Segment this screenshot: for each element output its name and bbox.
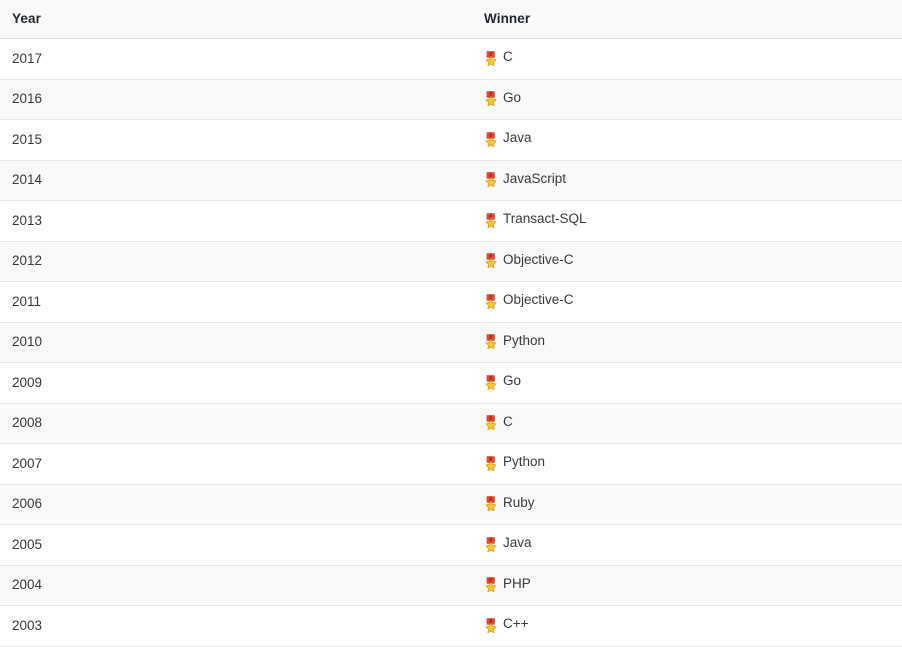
winners-table: Year Winner 2017 C 2016 Go 2015 Java 201… [0,0,902,647]
winner-content: Objective-C [484,242,574,278]
table-row[interactable]: 2006 Ruby [0,484,902,525]
table-row[interactable]: 2010 Python [0,322,902,363]
winner-label: Python [503,332,546,348]
cell-winner: Go [472,79,902,120]
cell-winner: JavaScript [472,160,902,201]
table-row[interactable]: 2005 Java [0,524,902,566]
medal-icon [484,455,498,471]
winner-content: JavaScript [484,161,566,197]
winner-content: Transact-SQL [484,201,587,237]
cell-winner: Go [472,362,902,404]
cell-winner: Python [472,322,902,363]
winner-label: C [503,413,513,429]
table-row[interactable]: 2003 C++ [0,605,902,647]
cell-winner: Java [472,524,902,566]
winner-label: Java [503,535,532,550]
winner-content: Java [484,120,532,156]
cell-winner: PHP [472,565,902,606]
medal-icon [484,415,498,430]
cell-winner: Transact-SQL [472,200,902,242]
medal-icon [484,496,498,511]
medal-icon [484,577,498,592]
winner-content: C [484,39,513,75]
table-header-row: Year Winner [0,0,902,39]
winner-content: C++ [484,606,529,642]
column-header-winner[interactable]: Winner [472,0,902,39]
cell-winner: C++ [472,605,902,647]
medal-icon [484,617,498,633]
winner-label: C++ [503,616,529,631]
cell-year: 2004 [0,565,472,606]
cell-year: 2017 [0,38,472,80]
table-row[interactable]: 2013 Transact-SQL [0,200,902,242]
winner-label: Objective-C [503,251,574,267]
cell-year: 2006 [0,484,472,525]
cell-winner: Java [472,119,902,161]
winner-label: C [503,49,513,64]
table-row[interactable]: 2014 JavaScript [0,160,902,201]
cell-year: 2003 [0,605,472,647]
table-row[interactable]: 2011 Objective-C [0,281,902,323]
medal-icon [484,293,498,309]
winner-content: Go [484,80,521,116]
table-row[interactable]: 2009 Go [0,362,902,404]
medal-icon [484,91,498,106]
winner-label: JavaScript [503,170,567,186]
winner-label: Java [503,130,532,145]
table-row[interactable]: 2007 Python [0,443,902,485]
cell-year: 2011 [0,281,472,323]
medal-icon [484,172,498,187]
cell-winner: Objective-C [472,241,902,282]
winner-content: Ruby [484,485,535,521]
table-row[interactable]: 2015 Java [0,119,902,161]
medal-icon [484,253,498,268]
table-row[interactable]: 2017 C [0,38,902,80]
winner-label: Transact-SQL [503,211,587,226]
cell-year: 2016 [0,79,472,120]
cell-winner: C [472,403,902,444]
cell-year: 2013 [0,200,472,242]
cell-winner: Objective-C [472,281,902,323]
winner-content: Python [484,444,545,480]
table-row[interactable]: 2008 C [0,403,902,444]
winner-content: PHP [484,566,531,602]
cell-winner: C [472,38,902,80]
medal-icon [484,374,498,390]
table-row[interactable]: 2012 Objective-C [0,241,902,282]
cell-winner: Ruby [472,484,902,525]
winner-content: Objective-C [484,282,574,318]
cell-year: 2014 [0,160,472,201]
cell-year: 2015 [0,119,472,161]
medal-icon [484,212,498,228]
cell-year: 2009 [0,362,472,404]
winner-label: Go [503,89,522,105]
medal-icon [484,536,498,552]
cell-year: 2010 [0,322,472,363]
column-header-year[interactable]: Year [0,0,472,39]
table-row[interactable]: 2004 PHP [0,565,902,606]
medal-icon [484,131,498,147]
table-row[interactable]: 2016 Go [0,79,902,120]
medal-icon [484,334,498,349]
winner-label: Ruby [503,494,535,510]
winner-label: Objective-C [503,292,574,307]
winner-content: Go [484,363,521,399]
cell-year: 2012 [0,241,472,282]
cell-year: 2007 [0,443,472,485]
winner-content: C [484,404,513,440]
winner-content: Python [484,323,545,359]
cell-year: 2005 [0,524,472,566]
winner-label: Python [503,454,546,469]
cell-year: 2008 [0,403,472,444]
winner-content: Java [484,525,532,561]
winner-label: PHP [503,575,531,591]
winners-table-container: Year Winner 2017 C 2016 Go 2015 Java 201… [0,0,902,647]
cell-winner: Python [472,443,902,485]
winner-label: Go [503,373,522,388]
table-body: 2017 C 2016 Go 2015 Java 2014 JavaScript… [0,38,902,647]
medal-icon [484,50,498,66]
table-header: Year Winner [0,0,902,39]
